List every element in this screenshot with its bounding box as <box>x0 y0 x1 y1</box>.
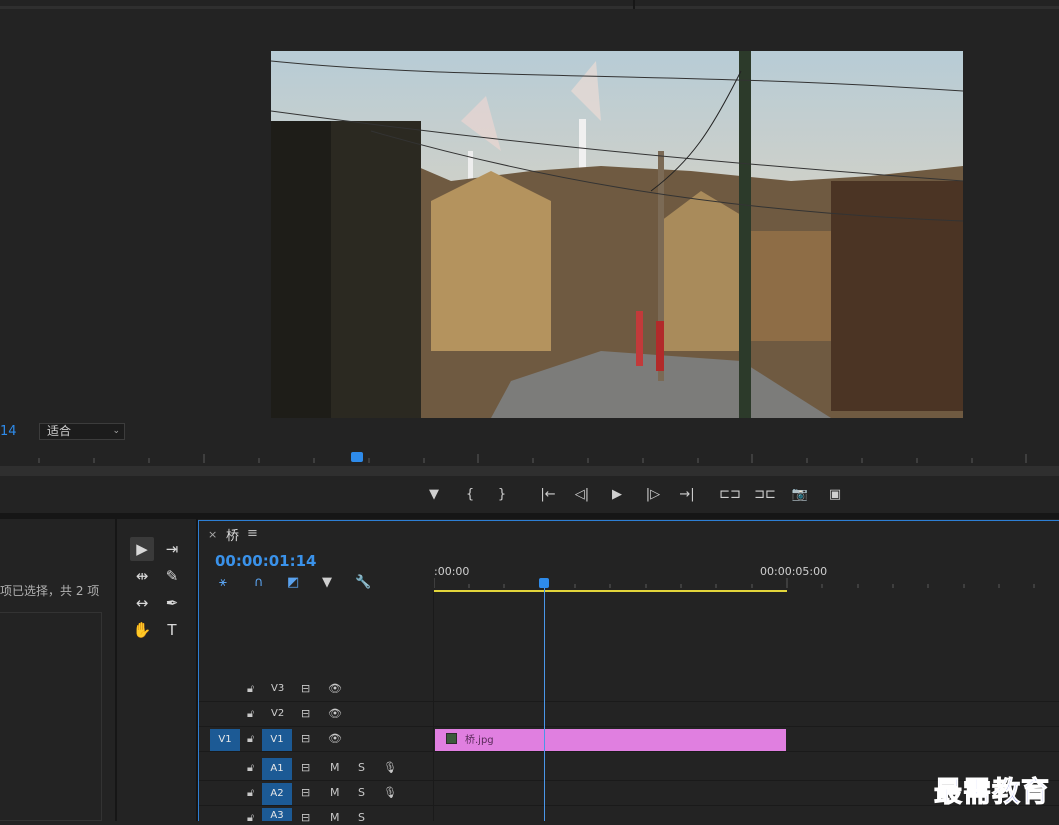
lock-icon[interactable]: 🔓︎ <box>247 707 254 721</box>
pen-icon[interactable]: ✒ <box>160 591 184 615</box>
track-name-v3: V3 <box>271 683 285 694</box>
nest-icon[interactable]: ⚹ <box>219 575 227 590</box>
mark-in-icon[interactable]: { <box>459 484 481 506</box>
play-icon[interactable]: ▶ <box>606 484 628 506</box>
village-scene-image <box>271 51 963 418</box>
fit-dropdown[interactable]: 适合 ⌄ <box>39 423 125 440</box>
go-to-in-icon[interactable]: |← <box>537 484 559 506</box>
mute-button[interactable]: M <box>330 761 340 774</box>
lift-icon[interactable]: ⊏⊐ <box>719 484 741 506</box>
go-to-out-icon[interactable]: →| <box>676 484 698 506</box>
sync-lock-icon[interactable]: ⊟ <box>301 761 310 774</box>
track-header-a3[interactable]: 🔓︎ A3 ⊟ M S <box>199 807 433 824</box>
slip-icon[interactable]: ↔ <box>130 591 154 615</box>
extract-icon[interactable]: ⊐⊏ <box>754 484 776 506</box>
add-marker-icon[interactable]: ▼ <box>322 575 332 590</box>
chevron-down-icon: ⌄ <box>112 426 120 436</box>
solo-button[interactable]: S <box>358 786 365 799</box>
step-forward-icon[interactable]: |▷ <box>642 484 664 506</box>
linked-selection-icon[interactable]: ◩ <box>287 575 299 590</box>
sync-lock-icon[interactable]: ⊟ <box>301 707 310 720</box>
track-select-icon[interactable]: ⇥ <box>160 537 184 561</box>
mute-button[interactable]: M <box>330 786 340 799</box>
project-items-area[interactable] <box>0 612 102 821</box>
top-panel-separator[interactable] <box>633 0 635 9</box>
track-name-v2: V2 <box>271 708 285 719</box>
top-divider <box>0 6 1059 9</box>
track-header-a1[interactable]: 🔓︎ A1 ⊟ M S 🎙︎ <box>199 757 433 781</box>
track-target-a2[interactable]: A2 <box>262 783 292 805</box>
monitor-zoom-scrollbar[interactable] <box>0 466 1059 476</box>
source-patch-v1[interactable]: V1 <box>210 729 240 751</box>
sync-lock-icon[interactable]: ⊟ <box>301 786 310 799</box>
snap-icon[interactable]: ∩ <box>254 575 264 590</box>
lock-icon[interactable]: 🔓︎ <box>247 786 254 800</box>
ripple-edit-icon[interactable]: ⇹ <box>130 564 154 588</box>
close-icon[interactable]: × <box>208 528 217 541</box>
monitor-playhead[interactable] <box>351 452 363 462</box>
settings-wrench-icon[interactable]: 🔧 <box>355 575 371 590</box>
solo-button[interactable]: S <box>358 761 365 774</box>
mute-button[interactable]: M <box>330 811 340 824</box>
track-area-v2[interactable] <box>434 703 1059 727</box>
playhead-line[interactable] <box>544 584 545 821</box>
track-target-a1[interactable]: A1 <box>262 758 292 780</box>
track-header-a2[interactable]: 🔓︎ A2 ⊟ M S 🎙︎ <box>199 782 433 806</box>
eye-icon[interactable]: 👁︎ <box>328 732 342 745</box>
clip-label: 桥.jpg <box>465 735 494 746</box>
timeline-timecode[interactable]: 00:00:01:14 <box>215 552 317 570</box>
image-clip-icon <box>446 733 457 744</box>
track-header-v1[interactable]: V1 🔓︎ V1 ⊟ 👁︎ <box>199 728 433 752</box>
lock-icon[interactable]: 🔓︎ <box>247 811 254 825</box>
sync-lock-icon[interactable]: ⊟ <box>301 732 310 745</box>
step-back-icon[interactable]: ◁| <box>571 484 593 506</box>
track-header-v3[interactable]: 🔓︎ V3 ⊟ 👁︎ <box>199 678 433 702</box>
selection-tool-icon[interactable]: ▶ <box>130 537 154 561</box>
program-monitor-frame <box>271 51 963 418</box>
lock-icon[interactable]: 🔓︎ <box>247 732 254 746</box>
monitor-time-ruler[interactable] <box>0 450 1059 466</box>
lock-icon[interactable]: 🔓︎ <box>247 682 254 696</box>
track-target-a3[interactable]: A3 <box>262 808 292 821</box>
transport-controls: ▼ { } |← ◁| ▶ |▷ →| ⊏⊐ ⊐⊏ 📷 ▣ <box>0 484 1059 508</box>
sync-lock-icon[interactable]: ⊟ <box>301 682 310 695</box>
type-icon[interactable]: T <box>160 618 184 642</box>
lock-icon[interactable]: 🔓︎ <box>247 761 254 775</box>
microphone-icon[interactable]: 🎙︎ <box>383 761 397 774</box>
sync-lock-icon[interactable]: ⊟ <box>301 811 310 824</box>
eye-icon[interactable]: 👁︎ <box>328 707 342 720</box>
track-area-v3[interactable] <box>434 678 1059 702</box>
project-selection-status: 项已选择，共 2 项 <box>0 584 100 598</box>
clip-image[interactable]: 桥.jpg <box>435 729 786 751</box>
fit-dropdown-value: 适合 <box>47 424 72 438</box>
timeline-ruler-ticks <box>434 578 1035 588</box>
watermark-logo: 最需教育 <box>933 775 1051 809</box>
track-header-v2[interactable]: 🔓︎ V2 ⊟ 👁︎ <box>199 703 433 727</box>
solo-button[interactable]: S <box>358 811 365 824</box>
timeline-ruler[interactable]: :00:00 00:00:05:00 <box>434 560 1059 592</box>
compare-icon[interactable]: ▣ <box>824 484 846 506</box>
hand-icon[interactable]: ✋ <box>130 618 154 642</box>
work-area-bar[interactable] <box>434 590 787 592</box>
playhead-handle[interactable] <box>539 578 549 588</box>
eye-icon[interactable]: 👁︎ <box>328 682 342 695</box>
panel-menu-icon[interactable]: ≡ <box>247 526 258 541</box>
mark-out-icon[interactable]: } <box>491 484 513 506</box>
razor-icon[interactable]: ✎ <box>160 564 184 588</box>
camera-icon[interactable]: 📷 <box>789 484 811 506</box>
marker-icon[interactable]: ▼ <box>423 484 445 506</box>
track-target-v1[interactable]: V1 <box>262 729 292 751</box>
microphone-icon[interactable]: 🎙︎ <box>383 786 397 799</box>
zoom-level[interactable]: 14 <box>0 424 17 439</box>
tab-sequence[interactable]: 桥 <box>226 525 239 544</box>
